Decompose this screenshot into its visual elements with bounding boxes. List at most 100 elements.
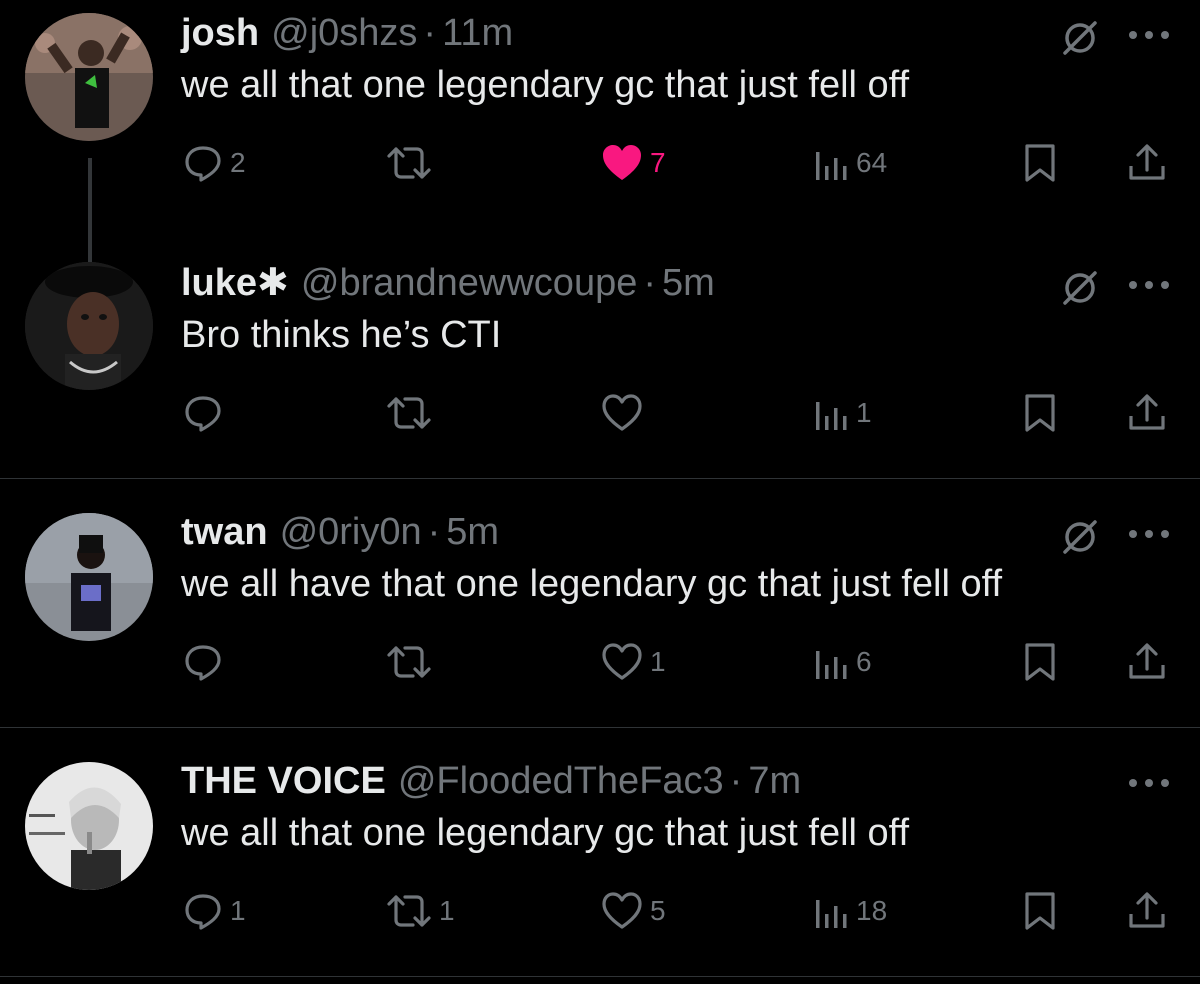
- avatar[interactable]: [25, 762, 153, 890]
- display-name[interactable]: luke✱: [181, 258, 289, 308]
- retweet-icon: [387, 147, 431, 179]
- mute-icon[interactable]: [1058, 515, 1102, 559]
- reply-icon: [185, 894, 221, 930]
- more-icon[interactable]: [1126, 527, 1172, 541]
- timestamp[interactable]: 5m: [446, 507, 499, 557]
- avatar-image: [25, 513, 153, 641]
- bookmark-button[interactable]: [1022, 388, 1058, 438]
- share-icon: [1129, 394, 1165, 430]
- mute-icon[interactable]: [1058, 16, 1102, 60]
- views-button[interactable]: 1: [814, 388, 872, 438]
- user-handle[interactable]: @0riy0n: [280, 507, 422, 557]
- more-icon[interactable]: [1126, 776, 1172, 790]
- timestamp[interactable]: 7m: [748, 756, 801, 806]
- reply-button[interactable]: 1: [182, 886, 246, 936]
- user-handle[interactable]: @FloodedTheFac3: [398, 756, 724, 806]
- views-count: 6: [856, 646, 872, 677]
- reply-icon: [185, 146, 221, 182]
- bookmark-icon: [1025, 643, 1055, 681]
- retweet-count: 1: [439, 895, 455, 926]
- display-name[interactable]: THE VOICE: [181, 756, 386, 806]
- tweet-luke[interactable]: luke✱ @brandnewwcoupe · 5m Bro thinks he…: [0, 258, 1200, 478]
- more-icon[interactable]: [1126, 28, 1172, 42]
- tweet-josh[interactable]: josh @j0shzs · 11m we all that one legen…: [0, 8, 1200, 262]
- views-icon: [816, 900, 847, 928]
- avatar-image: [25, 262, 153, 390]
- display-name[interactable]: josh: [181, 8, 259, 58]
- like-count: 7: [650, 147, 666, 178]
- divider: [0, 976, 1200, 977]
- tweet-header: twan @0riy0n · 5m: [181, 507, 499, 557]
- like-count: 5: [650, 895, 666, 926]
- like-count: 1: [650, 646, 666, 677]
- tweet-text: we all have that one legendary gc that j…: [181, 563, 1003, 605]
- like-button[interactable]: 5: [600, 886, 666, 936]
- share-button[interactable]: [1127, 388, 1167, 438]
- action-bar: 2 7 64: [0, 138, 1200, 188]
- avatar[interactable]: [25, 513, 153, 641]
- heart-icon: [602, 394, 642, 431]
- action-bar: 1: [0, 388, 1200, 438]
- timestamp[interactable]: 11m: [442, 8, 513, 58]
- tweet-the-voice[interactable]: THE VOICE @FloodedTheFac3 · 7m we all th…: [0, 756, 1200, 976]
- mute-icon[interactable]: [1058, 266, 1102, 310]
- reply-icon: [185, 396, 221, 432]
- share-icon: [1129, 144, 1165, 180]
- avatar[interactable]: [25, 262, 153, 390]
- share-icon: [1129, 892, 1165, 928]
- share-button[interactable]: [1127, 886, 1167, 936]
- tweet-header: luke✱ @brandnewwcoupe · 5m: [181, 258, 715, 308]
- heart-icon: [603, 145, 641, 180]
- reply-icon: [185, 645, 221, 681]
- action-bar: 1 1 5 18: [0, 886, 1200, 936]
- avatar[interactable]: [25, 13, 153, 141]
- tweet-twan[interactable]: twan @0riy0n · 5m we all have that one l…: [0, 507, 1200, 727]
- retweet-button[interactable]: [385, 637, 439, 687]
- separator: ·: [427, 511, 441, 553]
- bookmark-button[interactable]: [1022, 886, 1058, 936]
- avatar-image: [25, 762, 153, 890]
- retweet-button[interactable]: [385, 388, 439, 438]
- more-icon[interactable]: [1126, 278, 1172, 292]
- views-icon: [816, 402, 847, 430]
- reply-button[interactable]: [182, 637, 230, 687]
- views-button[interactable]: 6: [814, 637, 872, 687]
- tweet-text: we all that one legendary gc that just f…: [181, 64, 910, 106]
- bookmark-icon: [1025, 144, 1055, 182]
- display-name[interactable]: twan: [181, 507, 268, 557]
- like-button[interactable]: 1: [600, 637, 666, 687]
- retweet-icon: [387, 646, 431, 678]
- timestamp[interactable]: 5m: [662, 258, 715, 308]
- views-button[interactable]: 64: [814, 138, 887, 188]
- bookmark-button[interactable]: [1022, 138, 1058, 188]
- reply-count: 1: [230, 895, 246, 926]
- bookmark-button[interactable]: [1022, 637, 1058, 687]
- reply-button[interactable]: 2: [182, 138, 246, 188]
- avatar-image: [25, 13, 153, 141]
- user-handle[interactable]: @brandnewwcoupe: [301, 258, 637, 308]
- share-icon: [1129, 643, 1165, 679]
- divider: [0, 727, 1200, 728]
- views-icon: [816, 651, 847, 679]
- heart-icon: [602, 892, 642, 929]
- separator: ·: [729, 760, 743, 802]
- views-count: 64: [856, 147, 888, 178]
- share-button[interactable]: [1127, 138, 1167, 188]
- views-icon: [816, 152, 847, 180]
- like-button[interactable]: 7: [600, 138, 666, 188]
- views-button[interactable]: 18: [814, 886, 887, 936]
- retweet-icon: [387, 397, 431, 429]
- share-button[interactable]: [1127, 637, 1167, 687]
- tweet-text: Bro thinks he’s CTI: [181, 314, 502, 356]
- views-count: 18: [856, 895, 888, 926]
- views-count: 1: [856, 397, 872, 428]
- user-handle[interactable]: @j0shzs: [271, 8, 417, 58]
- retweet-button[interactable]: 1: [385, 886, 455, 936]
- bookmark-icon: [1025, 394, 1055, 432]
- action-bar: 1 6: [0, 637, 1200, 687]
- retweet-button[interactable]: [385, 138, 439, 188]
- separator: ·: [643, 262, 656, 304]
- separator: ·: [423, 12, 437, 54]
- like-button[interactable]: [600, 388, 650, 438]
- reply-button[interactable]: [182, 388, 230, 438]
